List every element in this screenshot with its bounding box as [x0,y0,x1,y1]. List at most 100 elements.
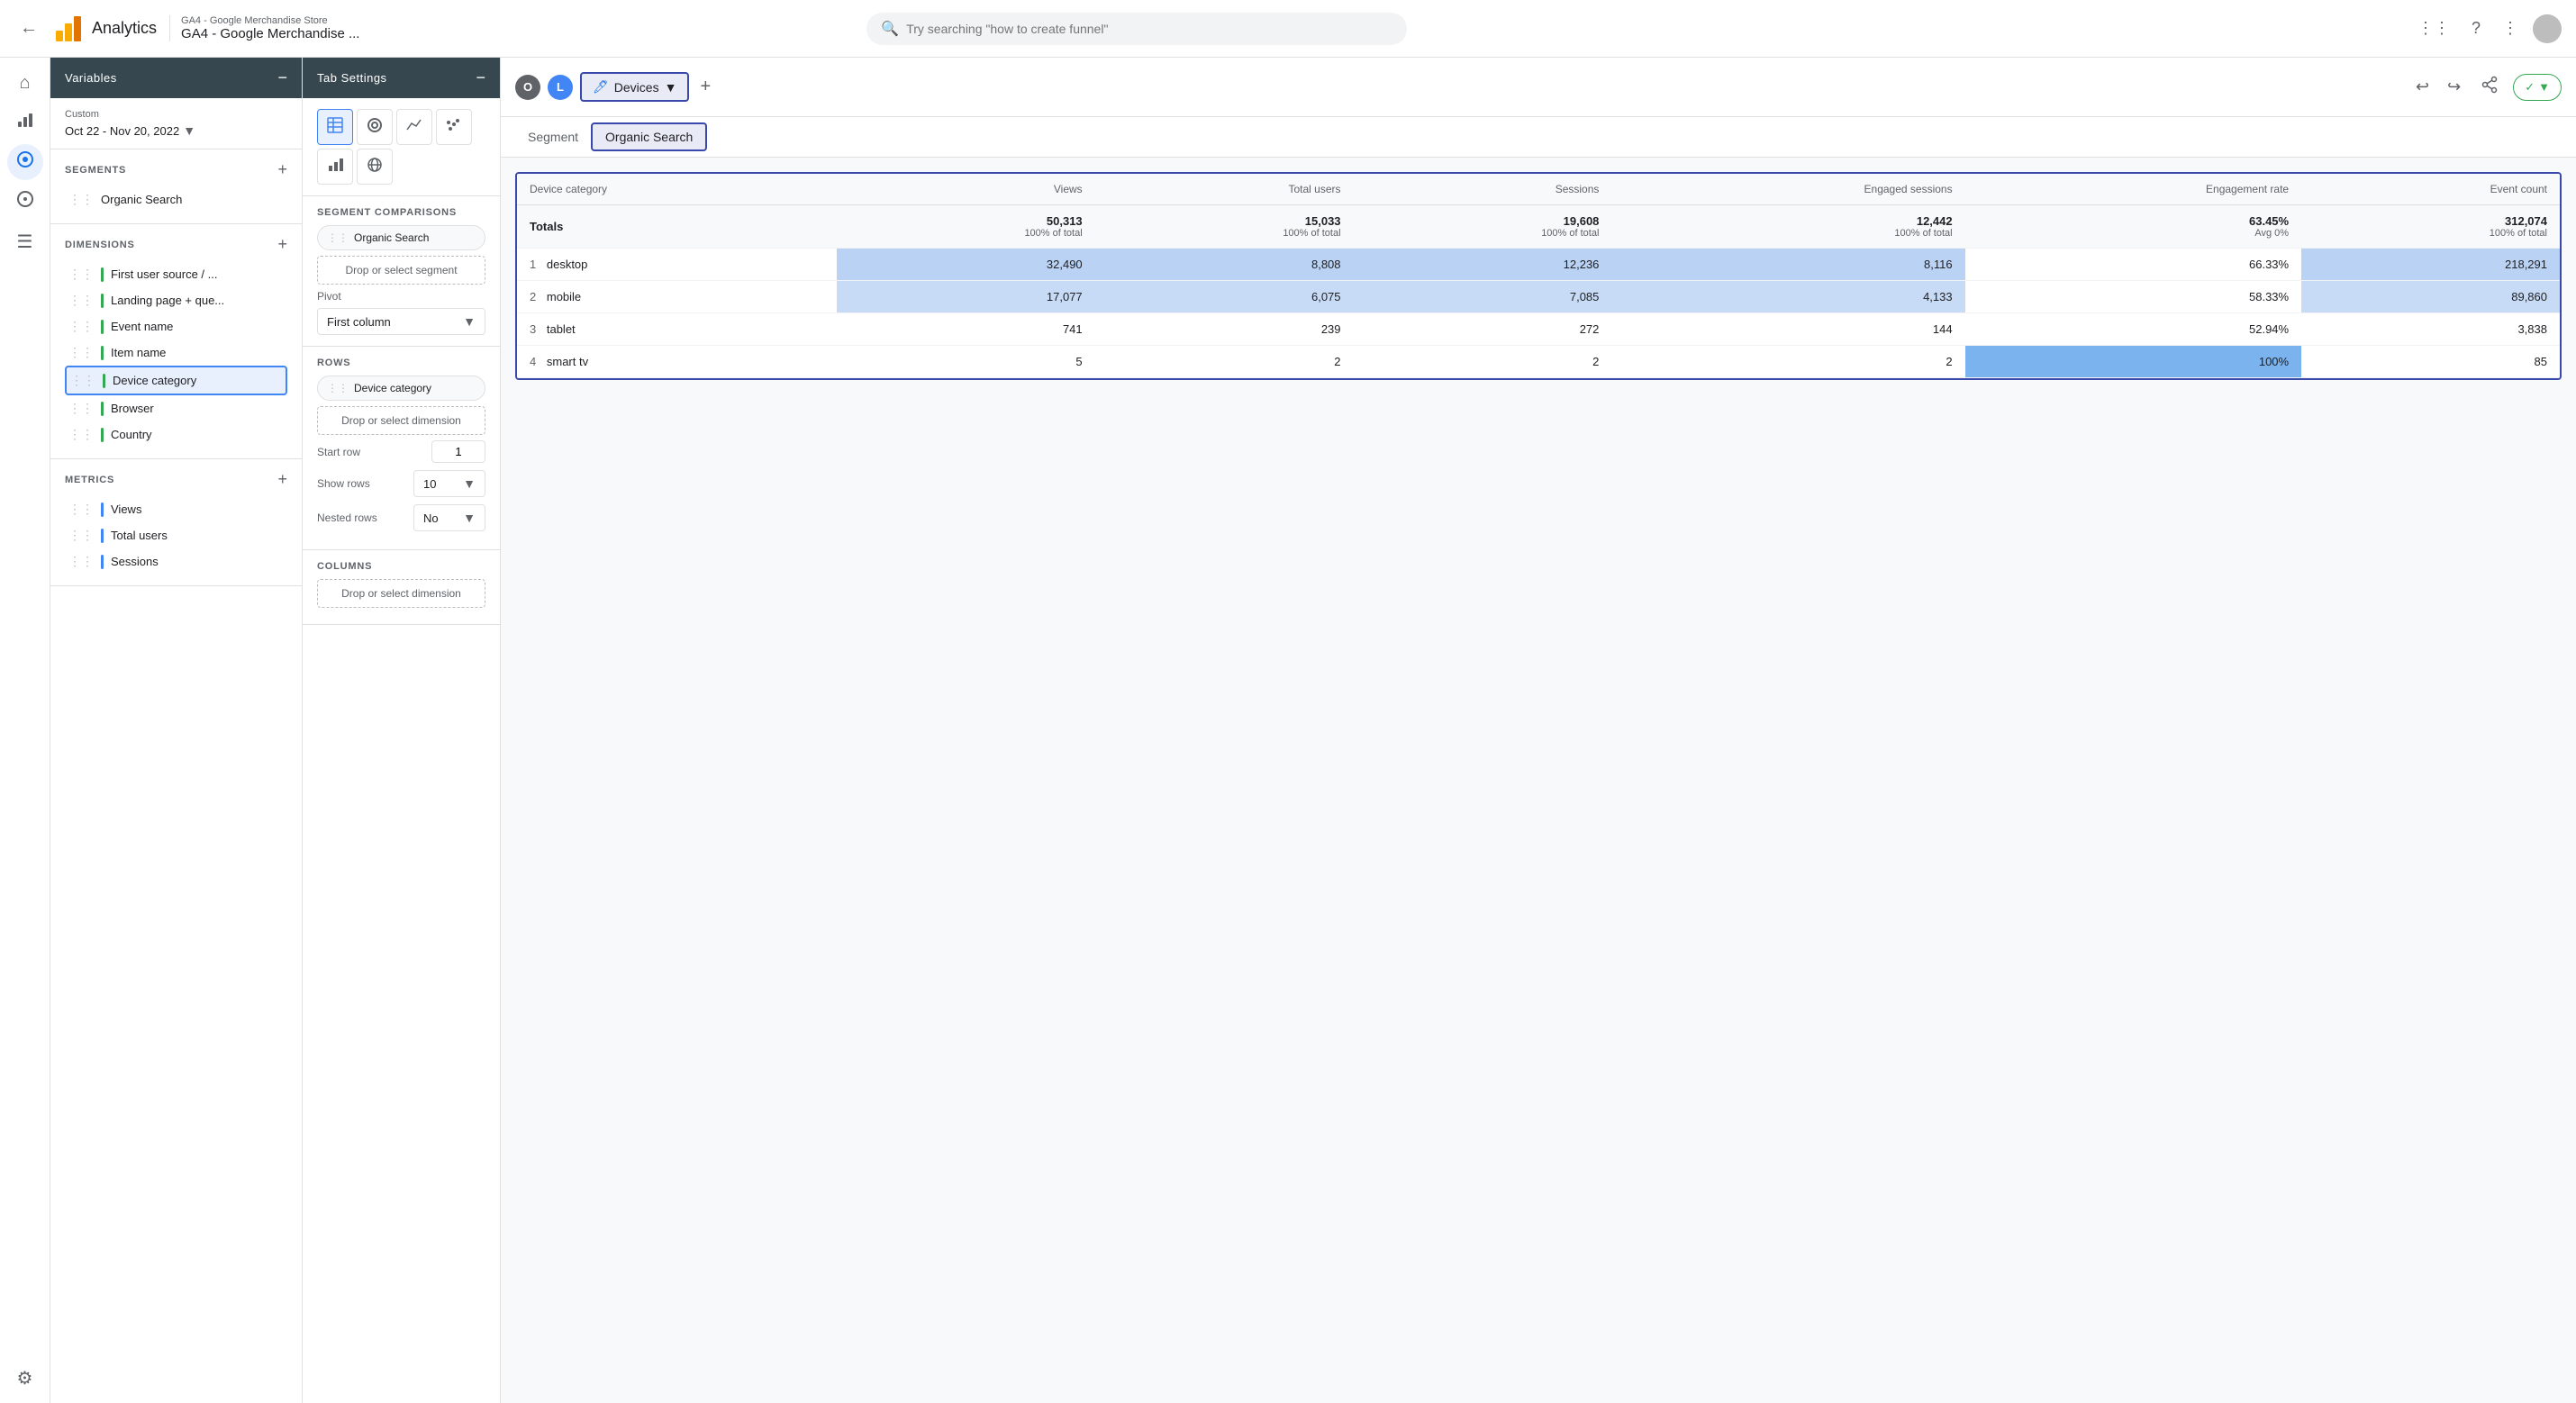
pivot-value: First column [327,315,391,329]
search-box[interactable]: 🔍 [866,13,1407,45]
row-total-users: 239 [1095,313,1354,346]
segment-tabs: Segment Organic Search [501,117,2576,158]
tab-segment-label: Segment [528,130,578,144]
grid-button[interactable]: ⋮⋮ [2410,12,2457,45]
date-range-text: Oct 22 - Nov 20, 2022 [65,124,179,138]
add-dimension-button[interactable]: + [277,235,287,254]
undo-button[interactable]: ↩ [2410,72,2435,102]
help-button[interactable]: ? [2464,12,2488,45]
drag-icon: ⋮⋮ [68,319,94,334]
dimension-name: Browser [111,402,154,415]
nav-home-button[interactable]: ⌂ [7,65,43,101]
nested-rows-select[interactable]: No ▼ [413,504,485,531]
add-tab-button[interactable]: + [696,73,714,101]
date-range[interactable]: Oct 22 - Nov 20, 2022 ▼ [65,123,287,138]
viz-scatter-button[interactable] [436,109,472,145]
pivot-arrow-icon: ▼ [463,314,476,329]
dimension-item-event-name[interactable]: ⋮⋮ Event name [65,313,287,339]
tab-settings-panel: Tab Settings − [303,58,501,1403]
dimension-item-item-name[interactable]: ⋮⋮ Item name [65,339,287,366]
metric-item-sessions[interactable]: ⋮⋮ Sessions [65,548,287,575]
viz-donut-button[interactable] [357,109,393,145]
totals-engaged-sessions: 12,442 100% of total [1611,205,1964,249]
totals-events-sub: 100% of total [2314,228,2547,239]
row-engagement-rate: 66.33% [1965,249,2301,281]
viz-line-button[interactable] [396,109,432,145]
segment-item-organic-search[interactable]: ⋮⋮ Organic Search [65,186,287,213]
metrics-section: METRICS + ⋮⋮ Views ⋮⋮ Total users ⋮⋮ Ses… [50,459,302,586]
redo-icon: ↪ [2447,77,2461,95]
viz-table-button[interactable] [317,109,353,145]
totals-events-value: 312,074 [2505,214,2547,228]
metrics-header: METRICS + [65,470,287,489]
metric-item-total-users[interactable]: ⋮⋮ Total users [65,522,287,548]
reports-icon [15,110,35,135]
add-segment-button[interactable]: + [277,160,287,179]
redo-button[interactable]: ↪ [2442,72,2466,102]
dimension-item-browser[interactable]: ⋮⋮ Browser [65,395,287,421]
save-dropdown: ▼ [2538,80,2550,94]
tab-settings-close[interactable]: − [476,68,485,87]
col-header-total-users: Total users [1095,174,1354,205]
add-tab-icon: + [700,77,711,96]
drag-icon: ⋮⋮ [70,373,95,388]
totals-sessions: 19,608 100% of total [1354,205,1612,249]
dimensions-section: DIMENSIONS + ⋮⋮ First user source / ... … [50,224,302,459]
drag-icon: ⋮⋮ [68,502,94,517]
dimension-item-device-category[interactable]: ⋮⋮ Device category [65,366,287,395]
tab-organic-search[interactable]: Organic Search [591,122,707,151]
row-total-users: 8,808 [1095,249,1354,281]
home-icon: ⌂ [19,73,30,94]
drop-column-area[interactable]: Drop or select dimension [317,579,485,608]
dimension-name: Country [111,428,152,441]
row-total-users: 2 [1095,346,1354,378]
row-chip-device[interactable]: ⋮⋮ Device category [317,376,485,401]
start-row-input[interactable] [431,440,485,463]
dimension-item-country[interactable]: ⋮⋮ Country [65,421,287,448]
dimension-item-landing-page-+-que...[interactable]: ⋮⋮ Landing page + que... [65,287,287,313]
nav-explore-button[interactable] [7,144,43,180]
drop-segment-area[interactable]: Drop or select segment [317,256,485,285]
row-views: 17,077 [837,281,1095,313]
row-event-count: 3,838 [2301,313,2560,346]
columns-section: COLUMNS Drop or select dimension [303,550,500,625]
add-metric-button[interactable]: + [277,470,287,489]
configure-icon: ☰ [17,231,33,253]
viz-geo-button[interactable] [357,149,393,185]
nav-configure-button[interactable]: ☰ [7,223,43,259]
geo-icon [366,156,384,178]
nav-settings-button[interactable]: ⚙ [7,1360,43,1396]
variables-panel-title: Variables [65,71,117,85]
search-input[interactable] [906,22,1392,36]
save-button[interactable]: ✓ ▼ [2513,74,2562,101]
dimension-item-first-user-source-/-...[interactable]: ⋮⋮ First user source / ... [65,261,287,287]
metric-item-views[interactable]: ⋮⋮ Views [65,496,287,522]
nav-advertising-button[interactable] [7,184,43,220]
more-button[interactable]: ⋮ [2495,12,2526,45]
show-rows-select[interactable]: 10 ▼ [413,470,485,497]
viz-bar-button[interactable] [317,149,353,185]
avatar[interactable] [2533,14,2562,43]
variables-panel-header: Variables − [50,58,302,98]
pivot-select[interactable]: First column ▼ [317,308,485,335]
drop-dimension-area[interactable]: Drop or select dimension [317,406,485,435]
scatter-icon [445,116,463,139]
row-chip-label: Device category [354,382,431,394]
segment-chip-organic[interactable]: ⋮⋮ Organic Search [317,225,485,250]
tab-segment[interactable]: Segment [515,122,591,151]
totals-sessions-sub: 100% of total [1366,228,1600,239]
back-button[interactable]: ← [14,13,43,44]
segment-circle-organic[interactable]: L [548,75,573,100]
row-num: 3 [530,322,536,336]
variables-panel-close[interactable]: − [277,68,287,87]
segment-circle-all[interactable]: O [515,75,540,100]
row-sessions: 12,236 [1354,249,1612,281]
nav-reports-button[interactable] [7,104,43,140]
totals-users-value: 15,033 [1305,214,1341,228]
tab-icon: 🖊 [593,79,609,95]
drag-icon: ⋮⋮ [327,231,349,244]
row-sessions: 272 [1354,313,1612,346]
drop-segment-label: Drop or select segment [345,264,457,276]
tab-dropdown[interactable]: 🖊 Devices ▼ [580,72,689,102]
share-button[interactable] [2473,68,2506,105]
